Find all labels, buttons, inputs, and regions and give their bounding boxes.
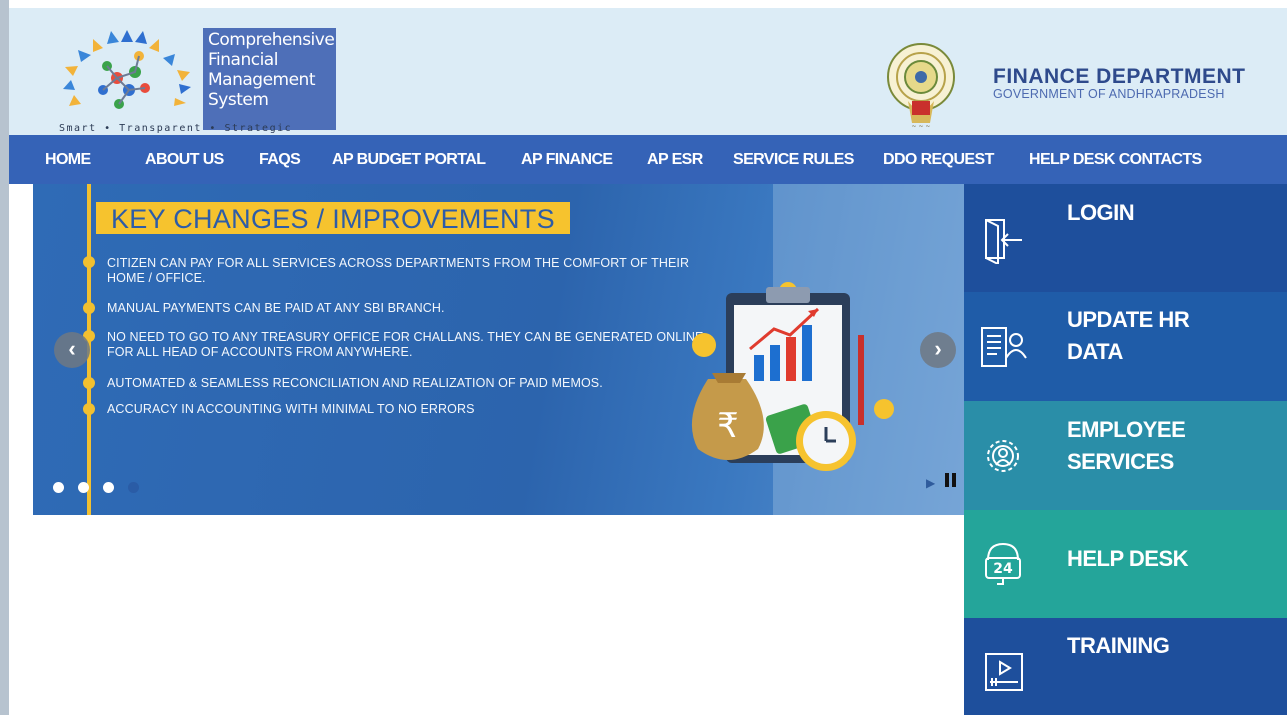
slide-bullet-2: MANUAL PAYMENTS CAN BE PAID AT ANY SBI B…	[107, 301, 445, 315]
nav-ap-finance[interactable]: AP FINANCE	[521, 135, 613, 184]
nav-ap-budget-portal[interactable]: AP BUDGET PORTAL	[332, 135, 486, 184]
tile-training[interactable]: TRAINING	[964, 618, 1287, 715]
tile-login-label: LOGIN	[1067, 200, 1135, 225]
tile-training-label: TRAINING	[1067, 633, 1170, 658]
tile-help-desk[interactable]: 24 HELP DESK	[964, 510, 1287, 618]
slide-bullet-4: AUTOMATED & SEAMLESS RECONCILIATION AND …	[107, 376, 603, 390]
department-title: FINANCE DEPARTMENT	[993, 65, 1246, 88]
slider-dot-3[interactable]	[103, 482, 114, 493]
tile-update-hr-data[interactable]: UPDATE HR DATA	[964, 292, 1287, 401]
department-subtitle: GOVERNMENT OF ANDHRAPRADESH	[993, 87, 1225, 101]
ap-state-emblem-icon: ~ ~ ~	[887, 43, 955, 130]
cfms-logo[interactable]: Comprehensive Financial Management Syste…	[53, 28, 343, 138]
slider-pause-icon[interactable]	[945, 473, 957, 487]
svg-text:~ ~ ~: ~ ~ ~	[912, 123, 931, 130]
nav-faqs[interactable]: FAQS	[259, 135, 301, 184]
tile-update-hr-label-1: UPDATE HR	[1067, 307, 1190, 332]
top-band	[9, 0, 1287, 8]
page-frame: Comprehensive Financial Management Syste…	[9, 0, 1287, 715]
hr-data-icon	[981, 327, 1027, 367]
rupee-symbol: ₹	[717, 406, 739, 446]
tile-employee-services[interactable]: EMPLOYEE SERVICES	[964, 401, 1287, 510]
slide-bullet-5: ACCURACY IN ACCOUNTING WITH MINIMAL TO N…	[107, 402, 475, 416]
tile-update-hr-label-2: DATA	[1067, 339, 1123, 364]
svg-text:24: 24	[993, 561, 1013, 577]
finance-illustration: ₹	[691, 282, 894, 471]
tile-employee-services-label-2: SERVICES	[1067, 449, 1174, 474]
slide-title: KEY CHANGES / IMPROVEMENTS	[96, 202, 570, 234]
nav-about-us[interactable]: ABOUT US	[145, 135, 224, 184]
bullet-dot-icon	[83, 403, 95, 415]
tile-login[interactable]: LOGIN	[964, 184, 1287, 292]
logo-line-2: Financial	[208, 50, 278, 70]
slider-next-button[interactable]: ›	[920, 332, 956, 368]
video-player-icon	[985, 653, 1023, 691]
nav-help-desk-contacts[interactable]: HELP DESK CONTACTS	[1029, 135, 1202, 184]
24-hour-support-icon: 24	[985, 542, 1021, 585]
slide-bullet-3: NO NEED TO GO TO ANY TREASURY OFFICE FOR…	[107, 330, 704, 359]
bullet-dot-icon	[83, 377, 95, 389]
slider-pagination	[53, 480, 153, 493]
cfms-logo-graphic	[63, 30, 191, 109]
logo-tagline: Smart • Transparent • Strategic	[59, 123, 293, 134]
main-nav: HOME ABOUT US FAQS AP BUDGET PORTAL AP F…	[9, 135, 1287, 184]
login-door-icon	[985, 219, 1022, 264]
slider-dot-1[interactable]	[53, 482, 64, 493]
slider-prev-button[interactable]: ‹	[54, 332, 90, 368]
nav-service-rules[interactable]: SERVICE RULES	[733, 135, 854, 184]
slide-bullet-1: CITIZEN CAN PAY FOR ALL SERVICES ACROSS …	[107, 256, 690, 285]
nav-ddo-request[interactable]: DDO REQUEST	[883, 135, 994, 184]
bullet-dot-icon	[83, 302, 95, 314]
image-slider: KEY CHANGES / IMPROVEMENTS CITIZEN CAN P…	[33, 184, 964, 515]
tile-employee-services-label-1: EMPLOYEE	[1067, 417, 1186, 442]
logo-line-4: System	[208, 90, 269, 110]
nav-ap-esr[interactable]: AP ESR	[647, 135, 703, 184]
slider-dot-4[interactable]	[128, 482, 139, 493]
logo-line-1: Comprehensive	[208, 30, 335, 50]
logo-line-3: Management	[208, 70, 316, 90]
slider-dot-2[interactable]	[78, 482, 89, 493]
slider-play-icon[interactable]: ▶	[926, 476, 935, 490]
tile-help-desk-label: HELP DESK	[1067, 546, 1189, 571]
gear-person-icon	[987, 440, 1019, 472]
cfms-logo-text-box: Comprehensive Financial Management Syste…	[203, 28, 336, 130]
nav-home[interactable]: HOME	[45, 135, 91, 184]
bullet-dot-icon	[83, 256, 95, 268]
site-header: Comprehensive Financial Management Syste…	[9, 8, 1287, 135]
